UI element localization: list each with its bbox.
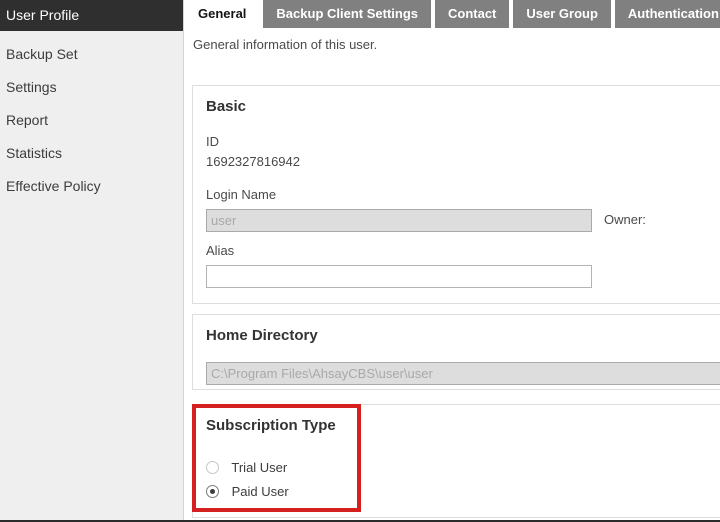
home-directory-input	[206, 362, 720, 385]
tab-contact[interactable]: Contact	[435, 0, 509, 28]
id-value: 1692327816942	[206, 154, 300, 169]
main-content: General Backup Client Settings Contact U…	[185, 0, 720, 520]
sidebar-header-user-profile[interactable]: User Profile	[0, 0, 183, 31]
tab-label: User Group	[526, 6, 598, 21]
user-profile-screen: User Profile Backup Set Settings Report …	[0, 0, 720, 522]
alias-input[interactable]	[206, 265, 592, 288]
login-name-input	[206, 209, 592, 232]
owner-label: Owner:	[604, 212, 646, 227]
subscription-type-panel: Subscription Type Trial User Paid User	[192, 404, 720, 518]
sidebar-item-label: Report	[6, 112, 48, 128]
page-subtitle: General information of this user.	[193, 37, 377, 52]
radio-checked-icon	[206, 485, 219, 498]
basic-panel-title: Basic	[206, 98, 246, 115]
subscription-type-panel-title: Subscription Type	[206, 417, 336, 434]
radio-unchecked-icon	[206, 461, 219, 474]
tab-label: Backup Client Settings	[276, 6, 418, 21]
basic-panel: Basic ID 1692327816942 Login Name Owner:…	[192, 85, 720, 304]
home-directory-panel: Home Directory	[192, 314, 720, 390]
radio-option-trial-user[interactable]: Trial User	[206, 459, 287, 477]
home-directory-panel-title: Home Directory	[206, 327, 318, 344]
sidebar-item-label: Effective Policy	[6, 178, 101, 194]
radio-label: Trial User	[231, 460, 287, 475]
sidebar-item-statistics[interactable]: Statistics	[0, 137, 183, 170]
tab-general[interactable]: General	[185, 0, 259, 28]
tab-backup-client-settings[interactable]: Backup Client Settings	[263, 0, 431, 28]
sidebar-item-effective-policy[interactable]: Effective Policy	[0, 170, 183, 203]
sidebar-item-backup-set[interactable]: Backup Set	[0, 38, 183, 71]
radio-label: Paid User	[232, 484, 289, 499]
alias-label: Alias	[206, 243, 234, 258]
sidebar-item-label: Backup Set	[6, 46, 78, 62]
sidebar-item-settings[interactable]: Settings	[0, 71, 183, 104]
tab-bar: General Backup Client Settings Contact U…	[185, 0, 720, 28]
sidebar-item-label: Settings	[6, 79, 57, 95]
id-label: ID	[206, 134, 219, 149]
sidebar: User Profile Backup Set Settings Report …	[0, 0, 184, 520]
sidebar-item-report[interactable]: Report	[0, 104, 183, 137]
sidebar-item-label: Statistics	[6, 145, 62, 161]
tab-authentication[interactable]: Authentication	[615, 0, 720, 28]
tab-user-group[interactable]: User Group	[513, 0, 611, 28]
tab-label: Authentication	[628, 6, 719, 21]
sidebar-menu: Backup Set Settings Report Statistics Ef…	[0, 31, 183, 203]
radio-option-paid-user[interactable]: Paid User	[206, 483, 289, 501]
tab-label: Contact	[448, 6, 496, 21]
login-name-label: Login Name	[206, 187, 276, 202]
tab-label: General	[198, 6, 246, 21]
